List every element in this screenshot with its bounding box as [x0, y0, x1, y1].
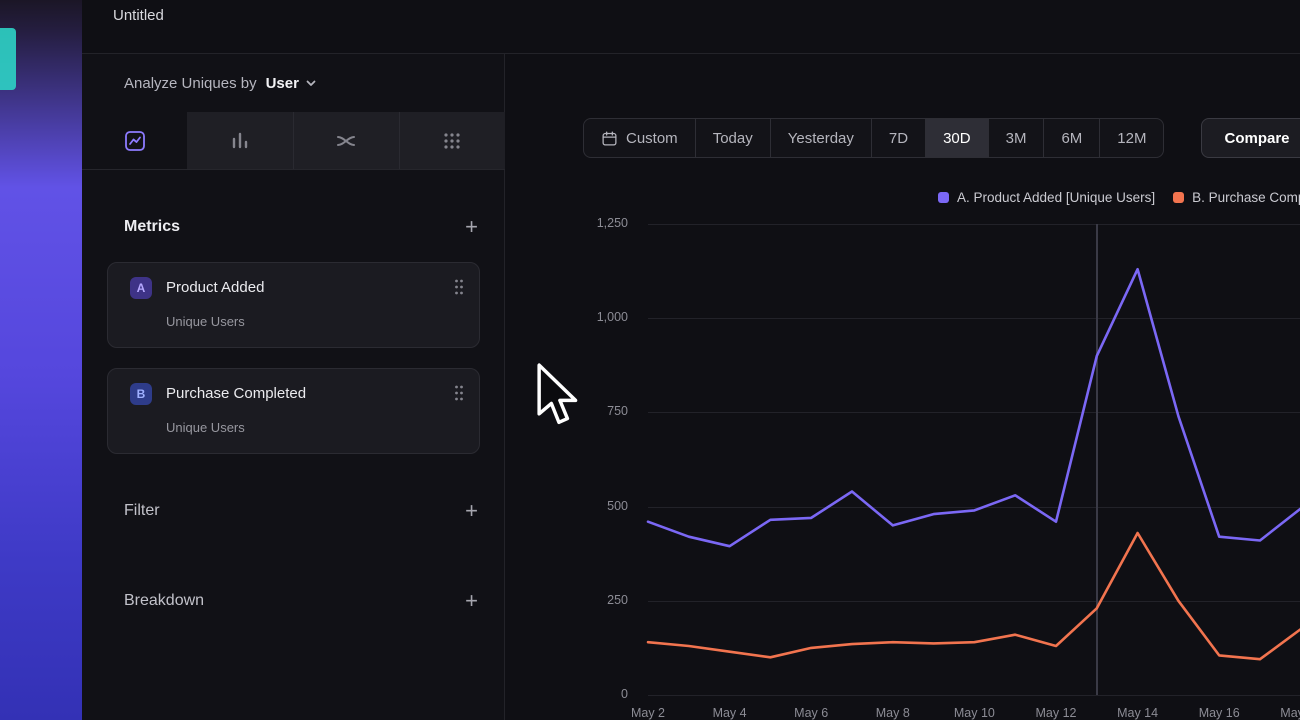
- series-line: [648, 269, 1300, 546]
- x-axis-tick: May 6: [776, 706, 846, 720]
- breakdown-title: Breakdown: [124, 592, 204, 610]
- range-label: Custom: [626, 130, 678, 147]
- range-6m-button[interactable]: 6M: [1043, 119, 1099, 157]
- y-axis-tick: 0: [505, 687, 628, 701]
- flow-chart-icon: [334, 129, 358, 153]
- metrics-title: Metrics: [124, 218, 180, 236]
- date-range-group: Custom Today Yesterday 7D 30D 3M 6M 12M: [583, 118, 1164, 158]
- compare-button[interactable]: Compare: [1201, 118, 1300, 158]
- x-axis-tick: May 18: [1266, 706, 1300, 720]
- range-yesterday-button[interactable]: Yesterday: [770, 119, 871, 157]
- x-axis-tick: May 10: [939, 706, 1009, 720]
- tab-line-chart[interactable]: [82, 112, 187, 169]
- y-axis-tick: 250: [505, 593, 628, 607]
- chevron-down-icon: [305, 77, 317, 89]
- query-sidebar: Analyze Uniques by User Metrics + A Prod…: [82, 54, 505, 720]
- tab-flow-chart[interactable]: [293, 112, 399, 169]
- range-12m-button[interactable]: 12M: [1099, 119, 1163, 157]
- analyze-row: Analyze Uniques by User: [82, 54, 505, 112]
- app-header: Untitled: [82, 0, 1300, 54]
- document-title[interactable]: Untitled: [113, 7, 164, 24]
- metric-menu-button[interactable]: [453, 278, 465, 299]
- drag-handle-icon: [453, 278, 465, 296]
- y-axis-tick: 1,250: [505, 216, 628, 230]
- bar-chart-icon: [228, 129, 252, 153]
- metric-badge-a: A: [130, 277, 152, 299]
- tab-bar-chart[interactable]: [187, 112, 292, 169]
- y-axis-tick: 1,000: [505, 310, 628, 324]
- metric-menu-button[interactable]: [453, 384, 465, 405]
- tab-grid-dots[interactable]: [399, 112, 505, 169]
- range-today-button[interactable]: Today: [695, 119, 770, 157]
- range-3m-button[interactable]: 3M: [988, 119, 1044, 157]
- chart-plot-area[interactable]: 0 250 500 750 1,000 1,250 May 2 May 4 May 6 May 8…: [505, 170, 1300, 720]
- analyze-label: Analyze Uniques by: [124, 75, 257, 92]
- y-axis-tick: 750: [505, 404, 628, 418]
- add-filter-button[interactable]: +: [463, 500, 480, 522]
- metric-badge-b: B: [130, 383, 152, 405]
- filter-title: Filter: [124, 502, 160, 520]
- breakdown-section-header: Breakdown +: [124, 588, 480, 614]
- line-chart-icon: [123, 129, 147, 153]
- x-axis-tick: May 16: [1184, 706, 1254, 720]
- metric-card-a[interactable]: A Product Added Unique Users: [107, 262, 480, 348]
- x-axis-tick: May 8: [858, 706, 928, 720]
- x-axis-tick: May 2: [613, 706, 683, 720]
- chart-canvas: [648, 224, 1300, 695]
- analyze-by-value: User: [266, 75, 299, 92]
- metric-subtitle: Unique Users: [166, 420, 245, 435]
- x-axis-tick: May 4: [695, 706, 765, 720]
- chart-type-tabs: [82, 112, 505, 170]
- add-breakdown-button[interactable]: +: [463, 590, 480, 612]
- metric-subtitle: Unique Users: [166, 314, 245, 329]
- add-metric-button[interactable]: +: [463, 216, 480, 238]
- gridline: [648, 695, 1300, 696]
- range-30d-button[interactable]: 30D: [925, 119, 988, 157]
- accent-teal-block: [0, 28, 16, 90]
- metric-name: Product Added: [166, 279, 264, 296]
- x-axis-tick: May 14: [1103, 706, 1173, 720]
- y-axis-tick: 500: [505, 499, 628, 513]
- analyze-by-dropdown[interactable]: User: [266, 75, 317, 92]
- range-7d-button[interactable]: 7D: [871, 119, 925, 157]
- brand-gradient-strip: [0, 0, 82, 720]
- range-custom-button[interactable]: Custom: [584, 119, 695, 157]
- grid-dots-icon: [440, 129, 464, 153]
- metrics-section-header: Metrics +: [124, 214, 480, 240]
- metric-card-b[interactable]: B Purchase Completed Unique Users: [107, 368, 480, 454]
- drag-handle-icon: [453, 384, 465, 402]
- series-line: [648, 533, 1300, 659]
- calendar-icon: [601, 130, 618, 147]
- x-axis-tick: May 12: [1021, 706, 1091, 720]
- metric-name: Purchase Completed: [166, 385, 306, 402]
- filter-section-header: Filter +: [124, 498, 480, 524]
